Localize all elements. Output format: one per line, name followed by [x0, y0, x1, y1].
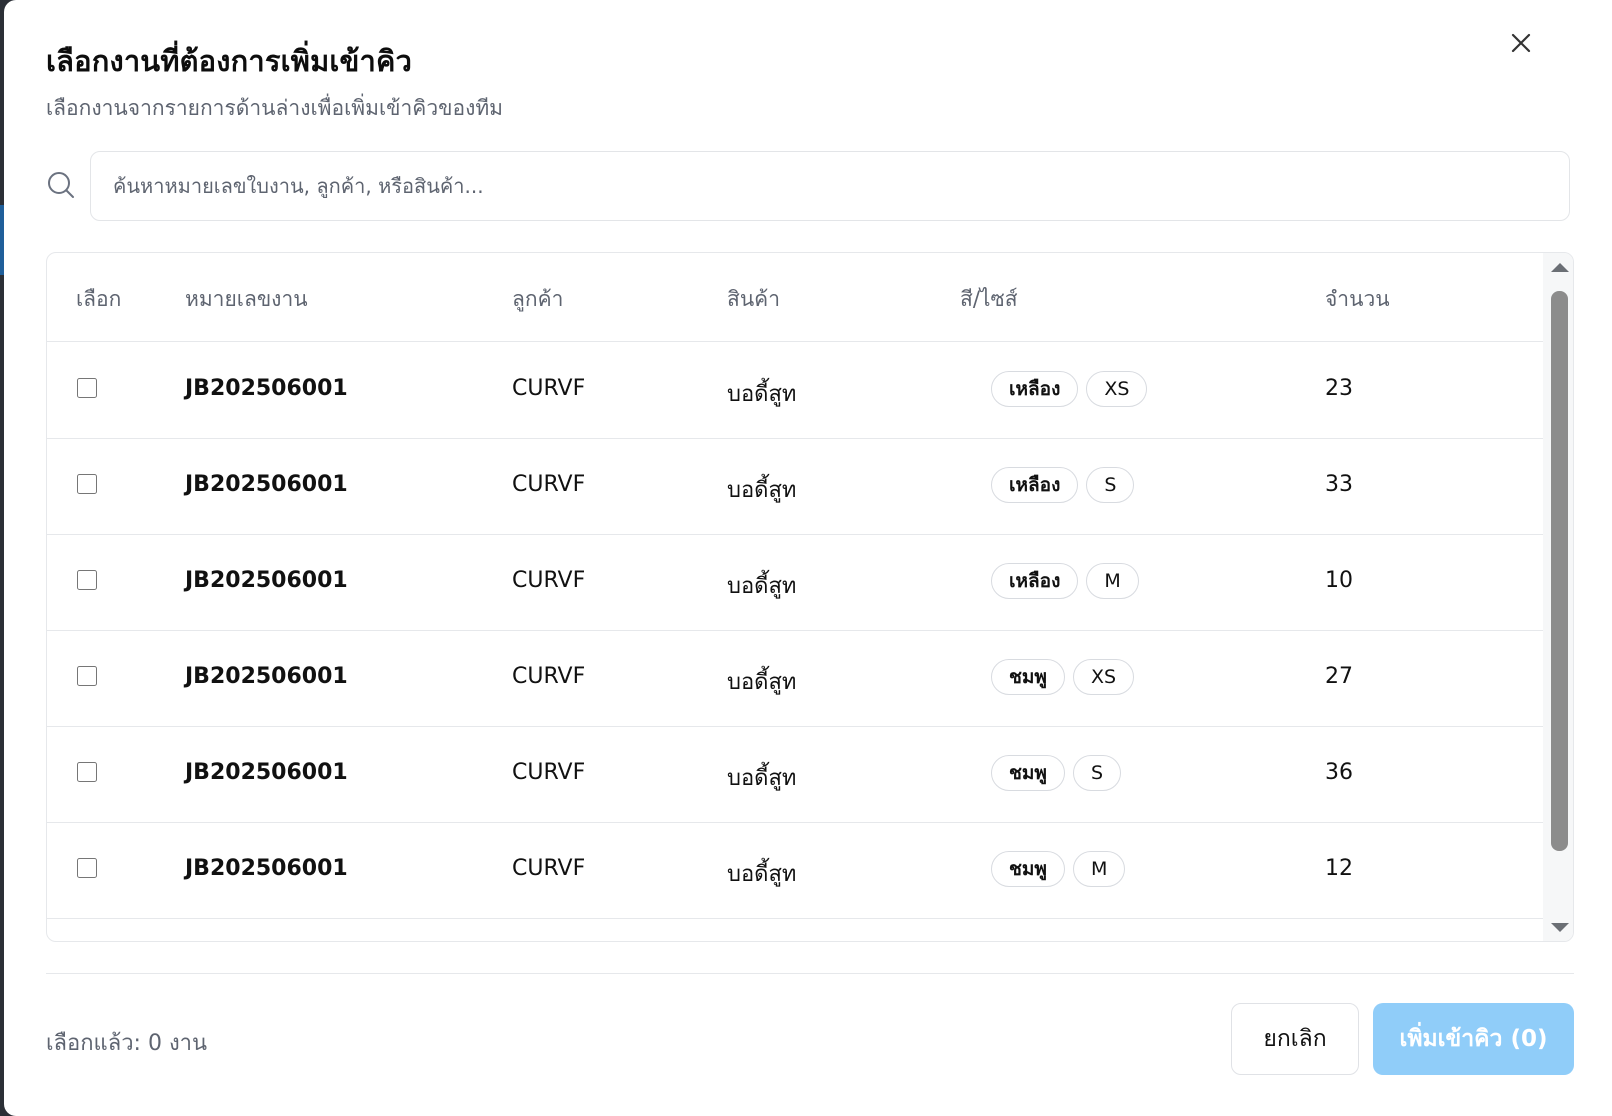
table-row[interactable]: JB202506001 CURVF บอดี้สูท ชมพู S 36 — [47, 726, 1543, 823]
job-number: JB202506001 — [185, 664, 348, 689]
color-badge: ชมพู — [991, 755, 1065, 791]
color-size-badges: เหลือง M — [991, 563, 1139, 599]
selected-count: เลือกแล้ว: 0 งาน — [46, 1031, 208, 1056]
job-number: JB202506001 — [185, 568, 348, 593]
size-badge: XS — [1072, 659, 1135, 695]
search-input[interactable] — [90, 151, 1570, 221]
size-badge: S — [1086, 467, 1135, 503]
color-size-badges: ชมพู S — [991, 755, 1122, 791]
product: บอดี้สูท — [727, 766, 797, 791]
footer-divider — [46, 973, 1574, 974]
job-number: JB202506001 — [185, 472, 348, 497]
add-to-queue-button[interactable]: เพิ่มเข้าคิว (0) — [1373, 1003, 1574, 1075]
header-customer: ลูกค้า — [512, 287, 564, 311]
job-number: JB202506001 — [185, 760, 348, 785]
quantity: 10 — [1325, 568, 1353, 593]
row-checkbox[interactable] — [77, 666, 97, 686]
scroll-up-arrow-icon[interactable] — [1551, 263, 1569, 272]
row-checkbox[interactable] — [77, 762, 97, 782]
customer: CURVF — [512, 376, 586, 401]
customer: CURVF — [512, 664, 586, 689]
product: บอดี้สูท — [727, 574, 797, 599]
close-icon — [1511, 33, 1531, 53]
table-row[interactable]: JB202506001 CURVF บอดี้สูท เหลือง S 33 — [47, 438, 1543, 535]
quantity: 27 — [1325, 664, 1353, 689]
quantity: 12 — [1325, 856, 1353, 881]
header-select: เลือก — [76, 287, 122, 311]
table-header: เลือก หมายเลขงาน ลูกค้า สินค้า สี/ไซส์ จ… — [47, 253, 1543, 342]
color-size-badges: ชมพู M — [991, 851, 1126, 887]
dialog-title: เลือกงานที่ต้องการเพิ่มเข้าคิว — [46, 44, 413, 78]
job-number: JB202506001 — [185, 376, 348, 401]
size-badge: M — [1072, 851, 1126, 887]
scrollbar-thumb[interactable] — [1551, 291, 1568, 851]
header-job-number: หมายเลขงาน — [185, 287, 308, 311]
scroll-down-arrow-icon[interactable] — [1551, 923, 1569, 932]
product: บอดี้สูท — [727, 862, 797, 887]
close-button[interactable] — [1504, 26, 1538, 60]
quantity: 33 — [1325, 472, 1353, 497]
jobs-table: เลือก หมายเลขงาน ลูกค้า สินค้า สี/ไซส์ จ… — [46, 252, 1574, 942]
customer: CURVF — [512, 760, 586, 785]
job-number: JB202506001 — [185, 856, 348, 881]
table-row[interactable]: JB202506001 CURVF บอดี้สูท เหลือง XS 23 — [47, 342, 1543, 439]
table-row[interactable]: JB202506001 CURVF บอดี้สูท ชมพู M 12 — [47, 822, 1543, 919]
product: บอดี้สูท — [727, 670, 797, 695]
color-size-badges: เหลือง S — [991, 467, 1135, 503]
color-badge: ชมพู — [991, 851, 1065, 887]
size-badge: S — [1072, 755, 1122, 791]
table-scrollbar[interactable] — [1543, 253, 1573, 941]
size-badge: M — [1086, 563, 1139, 599]
add-to-queue-dialog: เลือกงานที่ต้องการเพิ่มเข้าคิว เลือกงานจ… — [4, 0, 1612, 1116]
dialog-subtitle: เลือกงานจากรายการด้านล่างเพื่อเพิ่มเข้าค… — [46, 96, 504, 120]
search-icon — [48, 172, 74, 198]
row-checkbox[interactable] — [77, 474, 97, 494]
cancel-button[interactable]: ยกเลิก — [1231, 1003, 1359, 1075]
quantity: 23 — [1325, 376, 1353, 401]
color-size-badges: เหลือง XS — [991, 371, 1148, 407]
color-badge: เหลือง — [991, 467, 1079, 503]
quantity: 36 — [1325, 760, 1353, 785]
size-badge: XS — [1086, 371, 1148, 407]
customer: CURVF — [512, 856, 586, 881]
color-size-badges: ชมพู XS — [991, 659, 1135, 695]
table-row[interactable]: JB202506001 CURVF บอดี้สูท ชมพู XS 27 — [47, 630, 1543, 727]
table-row[interactable]: JB202506001 CURVF บอดี้สูท เหลือง M 10 — [47, 534, 1543, 631]
customer: CURVF — [512, 568, 586, 593]
row-checkbox[interactable] — [77, 858, 97, 878]
color-badge: เหลือง — [991, 563, 1079, 599]
product: บอดี้สูท — [727, 382, 797, 407]
row-checkbox[interactable] — [77, 570, 97, 590]
color-badge: ชมพู — [991, 659, 1065, 695]
header-product: สินค้า — [727, 287, 781, 311]
header-quantity: จำนวน — [1325, 287, 1390, 311]
product: บอดี้สูท — [727, 478, 797, 503]
customer: CURVF — [512, 472, 586, 497]
header-color-size: สี/ไซส์ — [960, 287, 1018, 311]
color-badge: เหลือง — [991, 371, 1079, 407]
row-checkbox[interactable] — [77, 378, 97, 398]
